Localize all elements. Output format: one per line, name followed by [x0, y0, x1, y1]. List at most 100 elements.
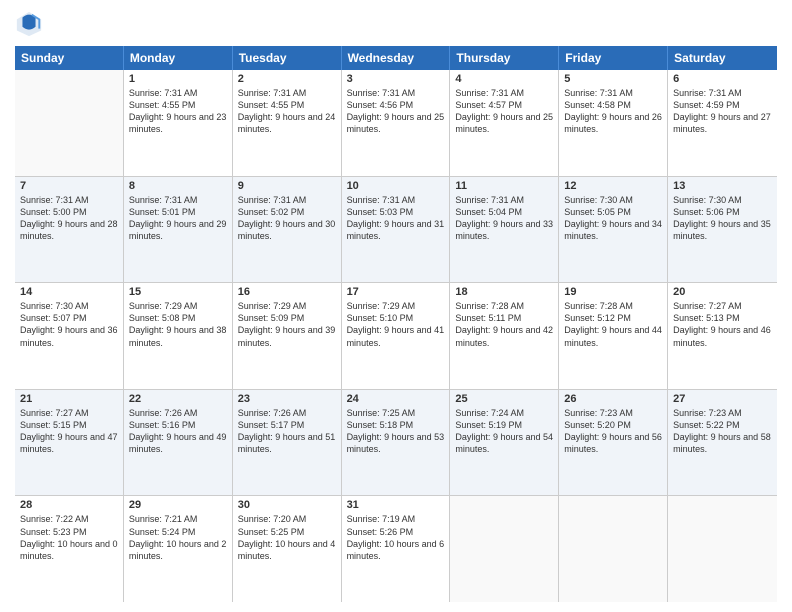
day-number: 7 [20, 180, 118, 192]
day-cell-16: 16 Sunrise: 7:29 AMSunset: 5:09 PMDayligh… [233, 283, 342, 389]
cell-info: Sunrise: 7:31 AMSunset: 4:55 PMDaylight:… [129, 87, 227, 136]
day-number: 19 [564, 286, 662, 298]
day-cell-26: 26 Sunrise: 7:23 AMSunset: 5:20 PMDayligh… [559, 390, 668, 496]
day-cell-3: 3Sunrise: 7:31 AMSunset: 4:56 PMDaylight… [342, 70, 451, 176]
day-number: 18 [455, 286, 553, 298]
day-cell-25: 25 Sunrise: 7:24 AMSunset: 5:19 PMDayligh… [450, 390, 559, 496]
day-cell-6: 6 Sunrise: 7:31 AMSunset: 4:59 PMDaylight… [668, 70, 777, 176]
day-number: 8 [129, 180, 227, 192]
day-number: 21 [20, 393, 118, 405]
day-number: 4 [455, 73, 553, 85]
day-cell-22: 22 Sunrise: 7:26 AMSunset: 5:16 PMDayligh… [124, 390, 233, 496]
day-number: 20 [673, 286, 772, 298]
day-cell-2: 2 Sunrise: 7:31 AMSunset: 4:55 PMDaylight… [233, 70, 342, 176]
page: SundayMondayTuesdayWednesdayThursdayFrid… [0, 0, 792, 612]
day-number: 3 [347, 73, 445, 85]
day-number: 6 [673, 73, 772, 85]
cell-info: Sunrise: 7:23 AMSunset: 5:20 PMDaylight:… [564, 407, 662, 456]
cell-info: Sunrise: 7:31 AMSunset: 4:59 PMDaylight:… [673, 87, 772, 136]
day-cell-17: 17 Sunrise: 7:29 AMSunset: 5:10 PMDayligh… [342, 283, 451, 389]
day-number: 1 [129, 73, 227, 85]
day-header-sunday: Sunday [15, 46, 124, 70]
cell-info: Sunrise: 7:27 AMSunset: 5:13 PMDaylight:… [673, 300, 772, 349]
day-number: 28 [20, 499, 118, 511]
logo [15, 10, 47, 38]
day-number: 29 [129, 499, 227, 511]
cell-info: Sunrise: 7:20 AMSunset: 5:25 PMDaylight:… [238, 513, 336, 562]
day-number: 15 [129, 286, 227, 298]
day-cell-4: 4 Sunrise: 7:31 AMSunset: 4:57 PMDaylight… [450, 70, 559, 176]
week-row-2: 7 Sunrise: 7:31 AMSunset: 5:00 PMDaylight… [15, 177, 777, 284]
cell-info: Sunrise: 7:29 AMSunset: 5:10 PMDaylight:… [347, 300, 445, 349]
day-cell-23: 23Sunrise: 7:26 AMSunset: 5:17 PMDayligh… [233, 390, 342, 496]
day-cell-24: 24 Sunrise: 7:25 AMSunset: 5:18 PMDayligh… [342, 390, 451, 496]
day-number: 30 [238, 499, 336, 511]
cell-info: Sunrise: 7:22 AMSunset: 5:23 PMDaylight:… [20, 513, 118, 562]
day-header-wednesday: Wednesday [342, 46, 451, 70]
day-cell-31: 31Sunrise: 7:19 AMSunset: 5:26 PMDayligh… [342, 496, 451, 602]
day-cell-18: 18 Sunrise: 7:28 AMSunset: 5:11 PMDayligh… [450, 283, 559, 389]
day-cell-27: 27Sunrise: 7:23 AMSunset: 5:22 PMDayligh… [668, 390, 777, 496]
cell-info: Sunrise: 7:28 AMSunset: 5:12 PMDaylight:… [564, 300, 662, 349]
day-cell-10: 10 Sunrise: 7:31 AMSunset: 5:03 PMDayligh… [342, 177, 451, 283]
empty-cell [668, 496, 777, 602]
day-header-saturday: Saturday [668, 46, 777, 70]
day-number: 10 [347, 180, 445, 192]
empty-cell [450, 496, 559, 602]
week-row-5: 28 Sunrise: 7:22 AMSunset: 5:23 PMDayligh… [15, 496, 777, 602]
calendar-body: 1 Sunrise: 7:31 AMSunset: 4:55 PMDaylight… [15, 70, 777, 602]
day-cell-1: 1 Sunrise: 7:31 AMSunset: 4:55 PMDaylight… [124, 70, 233, 176]
day-cell-19: 19 Sunrise: 7:28 AMSunset: 5:12 PMDayligh… [559, 283, 668, 389]
cell-info: Sunrise: 7:19 AMSunset: 5:26 PMDaylight:… [347, 513, 445, 562]
day-cell-7: 7 Sunrise: 7:31 AMSunset: 5:00 PMDaylight… [15, 177, 124, 283]
day-cell-29: 29 Sunrise: 7:21 AMSunset: 5:24 PMDayligh… [124, 496, 233, 602]
day-number: 16 [238, 286, 336, 298]
cell-info: Sunrise: 7:30 AMSunset: 5:06 PMDaylight:… [673, 194, 772, 243]
day-cell-9: 9 Sunrise: 7:31 AMSunset: 5:02 PMDaylight… [233, 177, 342, 283]
day-cell-15: 15 Sunrise: 7:29 AMSunset: 5:08 PMDayligh… [124, 283, 233, 389]
calendar: SundayMondayTuesdayWednesdayThursdayFrid… [15, 46, 777, 602]
day-number: 22 [129, 393, 227, 405]
day-cell-5: 5Sunrise: 7:31 AMSunset: 4:58 PMDaylight… [559, 70, 668, 176]
day-header-monday: Monday [124, 46, 233, 70]
cell-info: Sunrise: 7:29 AMSunset: 5:09 PMDaylight:… [238, 300, 336, 349]
cell-info: Sunrise: 7:31 AMSunset: 5:02 PMDaylight:… [238, 194, 336, 243]
day-cell-14: 14Sunrise: 7:30 AMSunset: 5:07 PMDayligh… [15, 283, 124, 389]
day-number: 12 [564, 180, 662, 192]
cell-info: Sunrise: 7:31 AMSunset: 4:57 PMDaylight:… [455, 87, 553, 136]
day-cell-21: 21Sunrise: 7:27 AMSunset: 5:15 PMDayligh… [15, 390, 124, 496]
cell-info: Sunrise: 7:26 AMSunset: 5:16 PMDaylight:… [129, 407, 227, 456]
cell-info: Sunrise: 7:31 AMSunset: 5:00 PMDaylight:… [20, 194, 118, 243]
cell-info: Sunrise: 7:29 AMSunset: 5:08 PMDaylight:… [129, 300, 227, 349]
cell-info: Sunrise: 7:31 AMSunset: 5:03 PMDaylight:… [347, 194, 445, 243]
day-cell-8: 8 Sunrise: 7:31 AMSunset: 5:01 PMDaylight… [124, 177, 233, 283]
cell-info: Sunrise: 7:25 AMSunset: 5:18 PMDaylight:… [347, 407, 445, 456]
day-number: 9 [238, 180, 336, 192]
logo-icon [15, 10, 43, 38]
day-cell-20: 20 Sunrise: 7:27 AMSunset: 5:13 PMDayligh… [668, 283, 777, 389]
day-number: 24 [347, 393, 445, 405]
day-number: 23 [238, 393, 336, 405]
header [15, 10, 777, 38]
cell-info: Sunrise: 7:24 AMSunset: 5:19 PMDaylight:… [455, 407, 553, 456]
cell-info: Sunrise: 7:31 AMSunset: 5:01 PMDaylight:… [129, 194, 227, 243]
day-header-thursday: Thursday [450, 46, 559, 70]
cell-info: Sunrise: 7:31 AMSunset: 4:58 PMDaylight:… [564, 87, 662, 136]
day-number: 2 [238, 73, 336, 85]
day-cell-28: 28 Sunrise: 7:22 AMSunset: 5:23 PMDayligh… [15, 496, 124, 602]
day-number: 26 [564, 393, 662, 405]
week-row-1: 1 Sunrise: 7:31 AMSunset: 4:55 PMDaylight… [15, 70, 777, 177]
day-cell-11: 11Sunrise: 7:31 AMSunset: 5:04 PMDayligh… [450, 177, 559, 283]
cell-info: Sunrise: 7:31 AMSunset: 4:55 PMDaylight:… [238, 87, 336, 136]
day-header-friday: Friday [559, 46, 668, 70]
day-cell-12: 12Sunrise: 7:30 AMSunset: 5:05 PMDayligh… [559, 177, 668, 283]
empty-cell [559, 496, 668, 602]
day-number: 14 [20, 286, 118, 298]
calendar-header: SundayMondayTuesdayWednesdayThursdayFrid… [15, 46, 777, 70]
cell-info: Sunrise: 7:21 AMSunset: 5:24 PMDaylight:… [129, 513, 227, 562]
day-number: 25 [455, 393, 553, 405]
cell-info: Sunrise: 7:28 AMSunset: 5:11 PMDaylight:… [455, 300, 553, 349]
empty-cell [15, 70, 124, 176]
day-number: 17 [347, 286, 445, 298]
week-row-4: 21Sunrise: 7:27 AMSunset: 5:15 PMDayligh… [15, 390, 777, 497]
